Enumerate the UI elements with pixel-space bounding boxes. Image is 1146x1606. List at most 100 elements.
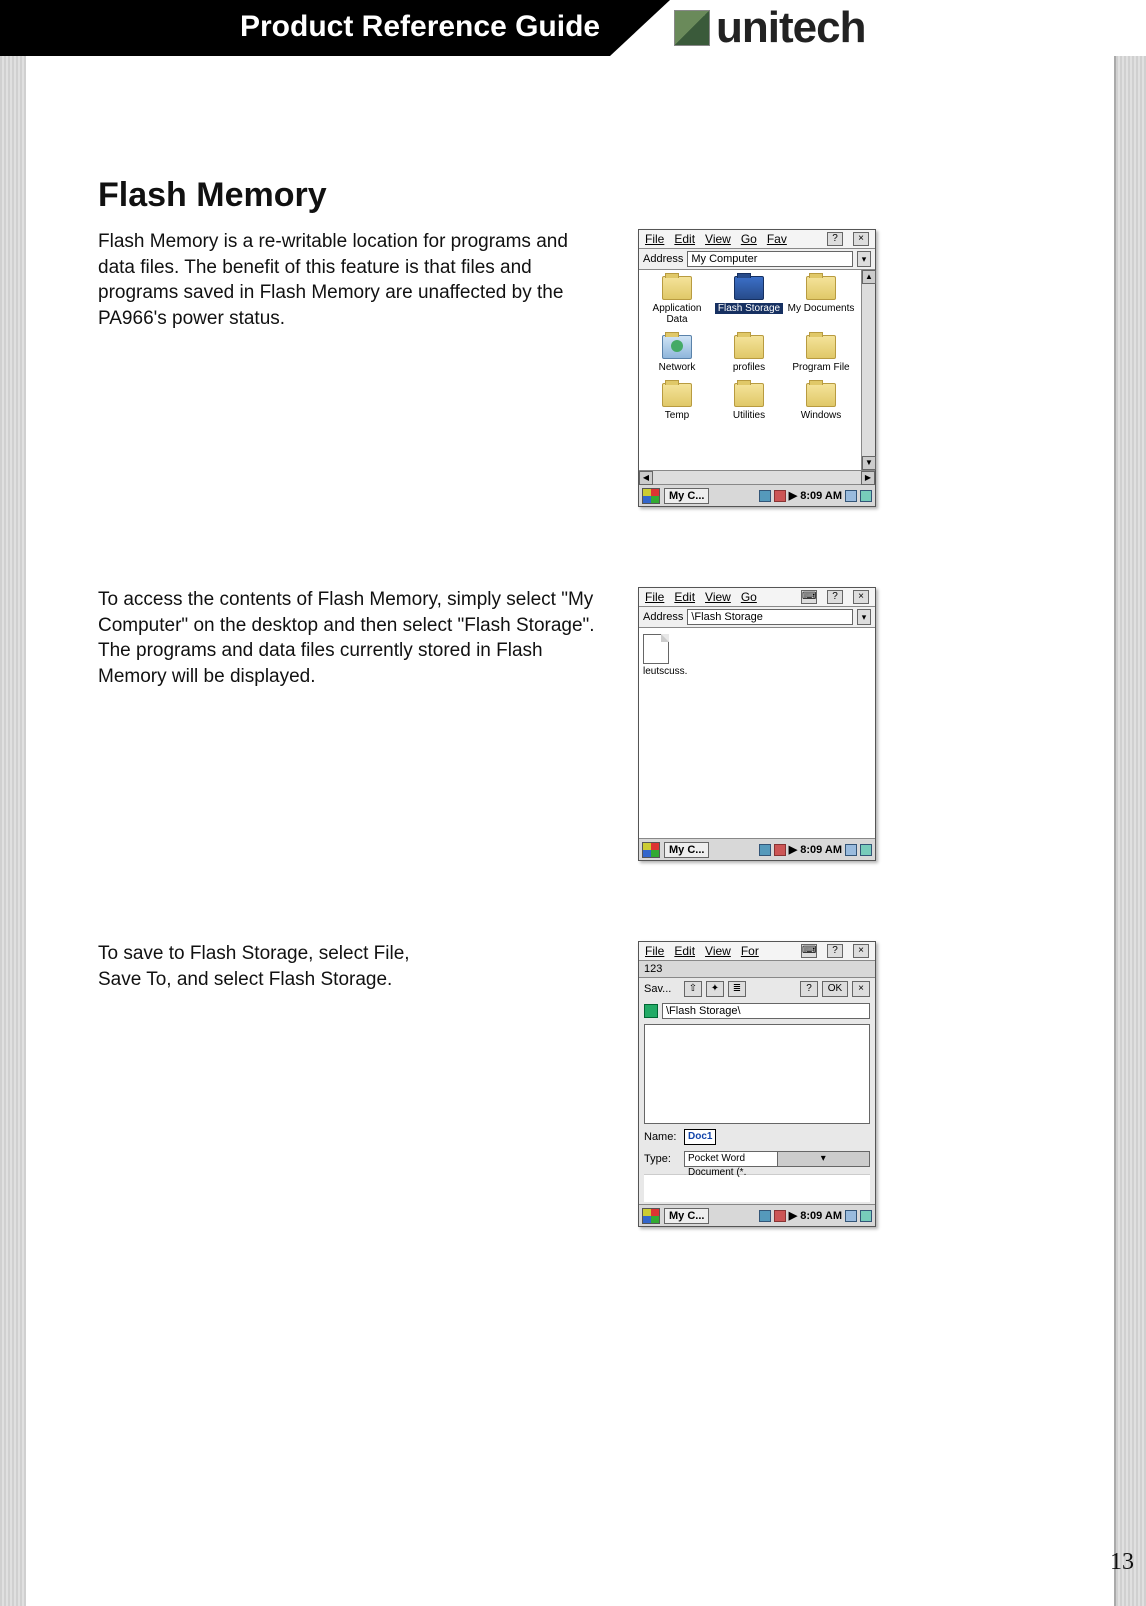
type-dropdown[interactable]: Pocket Word Document (*. ▾ [684, 1151, 870, 1167]
scrollbar-vertical[interactable]: ▲ ▼ [861, 270, 875, 470]
up-folder-button[interactable]: ⇧ [684, 981, 702, 997]
menu-file[interactable]: File [645, 944, 664, 958]
header-brand: unitech [670, 0, 1146, 56]
file-list-pane[interactable] [644, 1024, 870, 1124]
folder-icon [734, 276, 764, 300]
address-label: Address [643, 611, 683, 623]
name-input[interactable]: Doc1 [684, 1129, 716, 1145]
file-item[interactable]: leutscuss. [643, 634, 703, 677]
kbd-button[interactable]: ⌨ [801, 590, 817, 604]
address-input[interactable] [687, 609, 853, 625]
tray-sound-icon[interactable]: ▶ [789, 489, 797, 502]
tray-kbd-icon[interactable] [845, 844, 857, 856]
folder-label: profiles [715, 362, 783, 373]
file-label: leutscuss. [643, 666, 687, 677]
folder-label: Utilities [715, 410, 783, 421]
tray-desktop-icon[interactable] [860, 1210, 872, 1222]
start-button-icon[interactable] [642, 1208, 660, 1224]
file-pane: leutscuss. [639, 628, 875, 838]
path-input[interactable] [662, 1003, 870, 1019]
task-button[interactable]: My C... [664, 842, 709, 858]
menu-fav[interactable]: Fav [767, 232, 787, 246]
kbd-button[interactable]: ⌨ [801, 944, 817, 958]
screenshot-my-computer: File Edit View Go Fav ? × Address ▾ [638, 229, 876, 507]
folder-item[interactable]: Application Data [643, 276, 711, 325]
tray-icon[interactable] [759, 1210, 771, 1222]
address-bar: Address ▾ [639, 607, 875, 628]
folder-label: Temp [643, 410, 711, 421]
menu-edit[interactable]: Edit [674, 232, 695, 246]
tray-icon[interactable] [774, 844, 786, 856]
menu-go[interactable]: Go [741, 232, 757, 246]
tray-kbd-icon[interactable] [845, 490, 857, 502]
close-button[interactable]: × [852, 981, 870, 997]
start-button-icon[interactable] [642, 842, 660, 858]
folder-item[interactable]: Utilities [715, 383, 783, 421]
menu-edit[interactable]: Edit [674, 944, 695, 958]
address-dropdown[interactable]: ▾ [857, 251, 871, 267]
folder-pane: Application DataFlash Storage My Document… [639, 270, 875, 470]
help-button[interactable]: ? [827, 944, 843, 958]
folder-item[interactable]: Temp [643, 383, 711, 421]
menu-view[interactable]: View [705, 590, 731, 604]
screenshot-flash-storage: File Edit View Go ⌨ ? × Address ▾ [638, 587, 876, 861]
scroll-down-icon[interactable]: ▼ [862, 456, 876, 470]
system-tray: ▶ 8:09 AM [759, 1209, 872, 1222]
menu-view[interactable]: View [705, 232, 731, 246]
folder-item[interactable]: profiles [715, 335, 783, 373]
scroll-up-icon[interactable]: ▲ [862, 270, 876, 284]
help-button[interactable]: ? [827, 590, 843, 604]
scrollbar-horizontal[interactable]: ◀ ▶ [639, 470, 875, 484]
list-view-button[interactable]: ≣ [728, 981, 746, 997]
tray-icon[interactable] [774, 1210, 786, 1222]
close-button[interactable]: × [853, 232, 869, 246]
help-button[interactable]: ? [827, 232, 843, 246]
menu-go[interactable]: Go [741, 590, 757, 604]
path-row [639, 1000, 875, 1022]
close-button[interactable]: × [853, 944, 869, 958]
close-button[interactable]: × [853, 590, 869, 604]
tray-sound-icon[interactable]: ▶ [789, 843, 797, 856]
task-button[interactable]: My C... [664, 1208, 709, 1224]
scroll-left-icon[interactable]: ◀ [639, 471, 653, 485]
para-2: To access the contents of Flash Memory, … [98, 587, 608, 861]
menu-file[interactable]: File [645, 232, 664, 246]
menu-for[interactable]: For [741, 944, 759, 958]
help-button[interactable]: ? [800, 981, 818, 997]
path-icon [644, 1004, 658, 1018]
tray-sound-icon[interactable]: ▶ [789, 1209, 797, 1222]
folder-label: My Documents [787, 303, 855, 314]
address-dropdown[interactable]: ▾ [857, 609, 871, 625]
tray-icon[interactable] [759, 844, 771, 856]
folder-icon [734, 383, 764, 407]
section-heading: Flash Memory [98, 176, 1068, 215]
folder-item[interactable]: Network [643, 335, 711, 373]
folder-item[interactable]: My Documents [787, 276, 855, 325]
taskbar-clock: 8:09 AM [800, 844, 842, 856]
tray-desktop-icon[interactable] [860, 844, 872, 856]
tray-kbd-icon[interactable] [845, 1210, 857, 1222]
folder-icon [662, 335, 692, 359]
folder-item[interactable]: Windows [787, 383, 855, 421]
folder-icon [662, 276, 692, 300]
menu-view[interactable]: View [705, 944, 731, 958]
address-label: Address [643, 253, 683, 265]
scroll-right-icon[interactable]: ▶ [861, 471, 875, 485]
new-folder-button[interactable]: ✦ [706, 981, 724, 997]
start-button-icon[interactable] [642, 488, 660, 504]
menubar: File Edit View For ⌨ ? × [639, 942, 875, 961]
menu-file[interactable]: File [645, 590, 664, 604]
address-input[interactable] [687, 251, 853, 267]
header-title: Product Reference Guide [240, 10, 600, 44]
tray-icon[interactable] [774, 490, 786, 502]
tray-icon[interactable] [759, 490, 771, 502]
menu-edit[interactable]: Edit [674, 590, 695, 604]
task-button[interactable]: My C... [664, 488, 709, 504]
chevron-down-icon[interactable]: ▾ [777, 1152, 870, 1166]
system-tray: ▶ 8:09 AM [759, 489, 872, 502]
folder-item[interactable]: Flash Storage [715, 276, 783, 325]
ok-button[interactable]: OK [822, 981, 848, 997]
tray-desktop-icon[interactable] [860, 490, 872, 502]
folder-label: Application Data [643, 303, 711, 325]
folder-item[interactable]: Program File [787, 335, 855, 373]
